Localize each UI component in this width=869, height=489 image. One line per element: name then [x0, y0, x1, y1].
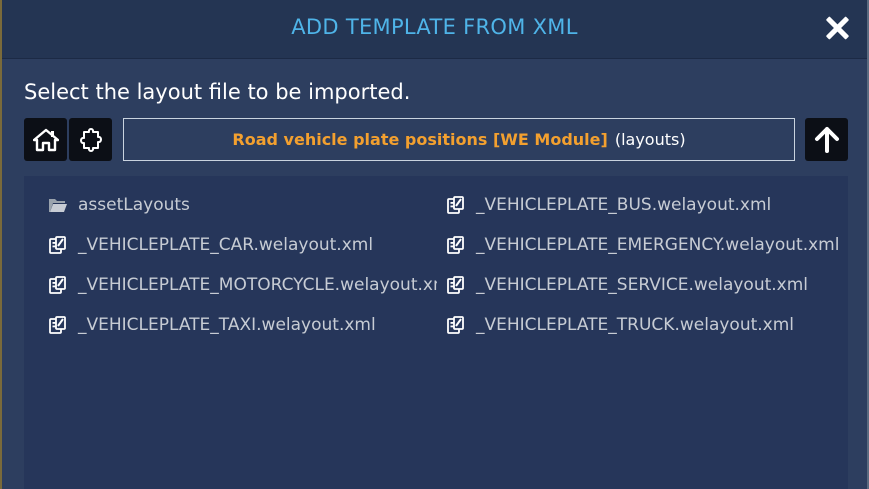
document-icon [446, 315, 466, 335]
dialog-titlebar: ADD TEMPLATE FROM XML [2, 0, 867, 59]
file-item[interactable]: _VEHICLEPLATE_MOTORCYCLE.welayout.xml [48, 271, 437, 299]
document-icon [446, 275, 466, 295]
current-path-display: Road vehicle plate positions [WE Module]… [123, 118, 795, 161]
file-label: _VEHICLEPLATE_TRUCK.welayout.xml [476, 315, 795, 335]
file-list: assetLayouts _VEHICLEPLATE_CAR.welayout.x… [24, 176, 848, 489]
path-name: Road vehicle plate positions [WE Module] [232, 130, 608, 149]
file-label: assetLayouts [78, 195, 190, 215]
file-label: _VEHICLEPLATE_MOTORCYCLE.welayout.xml [78, 275, 437, 295]
file-item[interactable]: _VEHICLEPLATE_SERVICE.welayout.xml [446, 271, 846, 299]
document-icon [446, 235, 466, 255]
path-suffix: (layouts) [614, 130, 686, 149]
document-icon [48, 235, 68, 255]
instruction-text: Select the layout file to be imported. [24, 80, 411, 104]
file-label: _VEHICLEPLATE_EMERGENCY.welayout.xml [476, 235, 840, 255]
file-item[interactable]: _VEHICLEPLATE_BUS.welayout.xml [446, 191, 846, 219]
mod-folder-button[interactable] [69, 118, 112, 161]
file-item[interactable]: _VEHICLEPLATE_TRUCK.welayout.xml [446, 311, 846, 339]
file-label: _VEHICLEPLATE_CAR.welayout.xml [78, 235, 374, 255]
file-item[interactable]: _VEHICLEPLATE_TAXI.welayout.xml [48, 311, 437, 339]
puzzle-piece-icon [79, 127, 102, 152]
home-button[interactable] [24, 118, 67, 161]
parent-folder-button[interactable] [805, 118, 848, 161]
document-icon [446, 195, 466, 215]
dialog-title: ADD TEMPLATE FROM XML [291, 15, 578, 39]
home-icon [32, 128, 59, 151]
file-label: _VEHICLEPLATE_BUS.welayout.xml [476, 195, 772, 215]
folder-item[interactable]: assetLayouts [48, 191, 437, 219]
file-label: _VEHICLEPLATE_TAXI.welayout.xml [78, 315, 376, 335]
close-icon[interactable] [825, 16, 849, 40]
document-icon [48, 275, 68, 295]
file-item[interactable]: _VEHICLEPLATE_CAR.welayout.xml [48, 231, 437, 259]
folder-icon [48, 196, 68, 214]
arrow-up-icon [814, 126, 839, 153]
file-label: _VEHICLEPLATE_SERVICE.welayout.xml [476, 275, 809, 295]
document-icon [48, 315, 68, 335]
file-item[interactable]: _VEHICLEPLATE_EMERGENCY.welayout.xml [446, 231, 846, 259]
import-dialog: ADD TEMPLATE FROM XML Select the layout … [0, 0, 869, 489]
